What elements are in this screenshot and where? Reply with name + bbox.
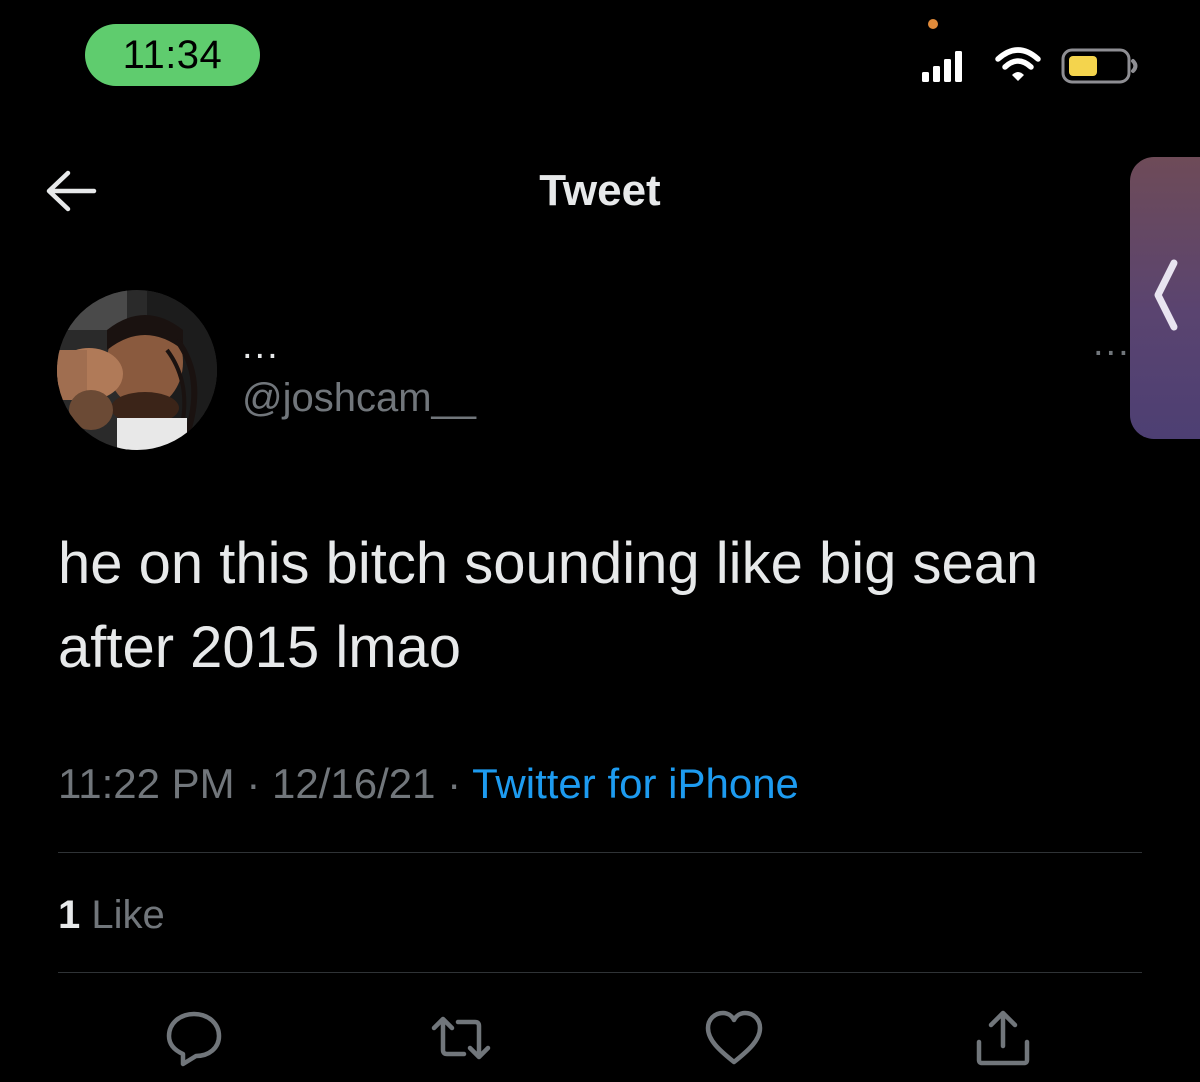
avatar-photo xyxy=(57,290,217,450)
more-options-button[interactable]: ... xyxy=(1093,322,1131,365)
avatar[interactable] xyxy=(57,290,217,450)
status-time: 11:34 xyxy=(85,24,260,86)
likes-count-link[interactable]: 1 Like xyxy=(58,893,165,938)
meta-separator: · xyxy=(447,760,462,807)
page-title: Tweet xyxy=(539,166,661,215)
tweet-text: he on this bitch sounding like big sean … xyxy=(58,531,1039,680)
meta-separator: · xyxy=(246,760,261,807)
share-icon[interactable] xyxy=(972,1008,1034,1068)
divider xyxy=(58,852,1142,853)
privacy-indicator-dot xyxy=(928,19,938,29)
tweet-time: 11:22 PM xyxy=(58,760,235,807)
battery-icon xyxy=(1061,48,1138,84)
retweet-icon[interactable] xyxy=(430,1008,492,1068)
tweet-source-link[interactable]: Twitter for iPhone xyxy=(472,760,799,807)
tweet-meta: 11:22 PM · 12/16/21 · Twitter for iPhone xyxy=(58,760,799,808)
likes-count: 1 xyxy=(58,893,81,937)
heart-icon[interactable] xyxy=(703,1008,765,1068)
author-handle[interactable]: @joshcam__ xyxy=(242,376,476,421)
wifi-icon xyxy=(995,47,1041,81)
likes-label: Like xyxy=(91,893,165,937)
cellular-signal-icon xyxy=(922,51,962,82)
reply-icon[interactable] xyxy=(163,1008,225,1068)
chevron-left-icon xyxy=(1154,259,1178,331)
tweet-date: 12/16/21 xyxy=(272,760,436,807)
author-display-name[interactable]: ... xyxy=(242,325,280,368)
divider xyxy=(58,972,1142,973)
